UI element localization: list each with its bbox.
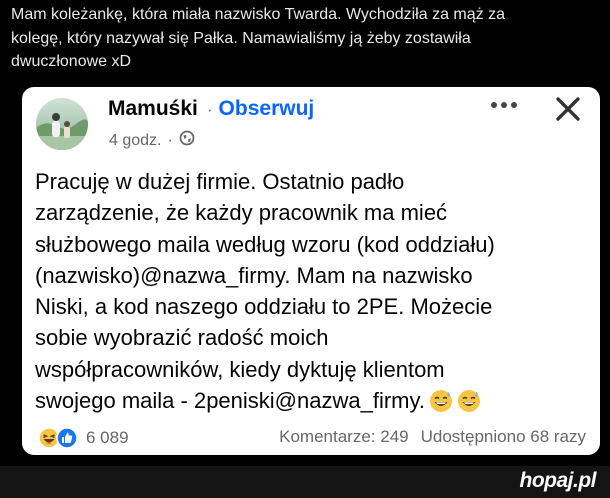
post-meta: 4 godz. · (109, 130, 195, 151)
header-separator: · (206, 100, 213, 119)
shares-count[interactable]: Udostępniono 68 razy (421, 427, 586, 447)
globe-icon (179, 130, 195, 151)
like-reaction-icon (56, 427, 78, 449)
close-icon[interactable] (552, 93, 584, 125)
post-text-last-line: swojego maila - 2peniski@nazwa_firmy. (35, 385, 595, 421)
reaction-count: 6 089 (86, 428, 129, 447)
post-text-line: służbowego maila według wzoru (kod oddzi… (35, 231, 495, 257)
watermark-logo: hopaj.pl (519, 469, 597, 492)
grinning-sweat-emoji (457, 389, 481, 421)
reactions-summary[interactable]: 6 089 (38, 427, 129, 449)
post-time[interactable]: 4 godz. (109, 132, 161, 150)
author-name[interactable]: Mamuśki (108, 97, 198, 121)
caption-line: Mam koleżankę, która miała nazwisko Twar… (11, 6, 505, 23)
facebook-post-card: Mamuśki · Obserwuj 4 godz. · Pracuję w d… (22, 87, 600, 455)
post-text-line: Niski, a kod naszego oddziału to 2PE. Mo… (35, 294, 493, 320)
post-text-line: swojego maila - 2peniski@nazwa_firmy. (35, 388, 425, 414)
more-options-icon[interactable] (484, 90, 524, 120)
post-text-line: Pracuję w dużej firmie. Ostatnio padło (35, 169, 405, 194)
post-text-line: sobie wyobrazić radość moich (35, 325, 329, 351)
post-text: Pracuję w dużej firmie. Ostatnio padło z… (35, 166, 595, 421)
post-text-line: zarządzenie, że każdy pracownik ma mieć (35, 200, 448, 226)
caption: Mam koleżankę, która miała nazwisko Twar… (11, 3, 601, 74)
avatar[interactable] (36, 98, 88, 150)
follow-button[interactable]: Obserwuj (219, 97, 315, 121)
comments-count[interactable]: Komentarze: 249 (279, 427, 408, 447)
post-header: Mamuśki · Obserwuj (108, 97, 314, 121)
grinning-sweat-emoji (429, 389, 453, 421)
footer-bar (0, 466, 610, 498)
meta-separator: · (167, 131, 173, 149)
post-text-line: (nazwisko)@nazwa_firmy. Mam na nazwisko (35, 262, 473, 288)
post-text-line: współpracowników, kiedy dyktuję klientom (35, 356, 445, 382)
caption-line: dwuczłonowe xD (11, 53, 132, 70)
caption-line: kolegę, który nazywał się Pałka. Namawia… (11, 29, 471, 47)
post-stats: Komentarze: 249 Udostępniono 68 razy (279, 427, 586, 447)
